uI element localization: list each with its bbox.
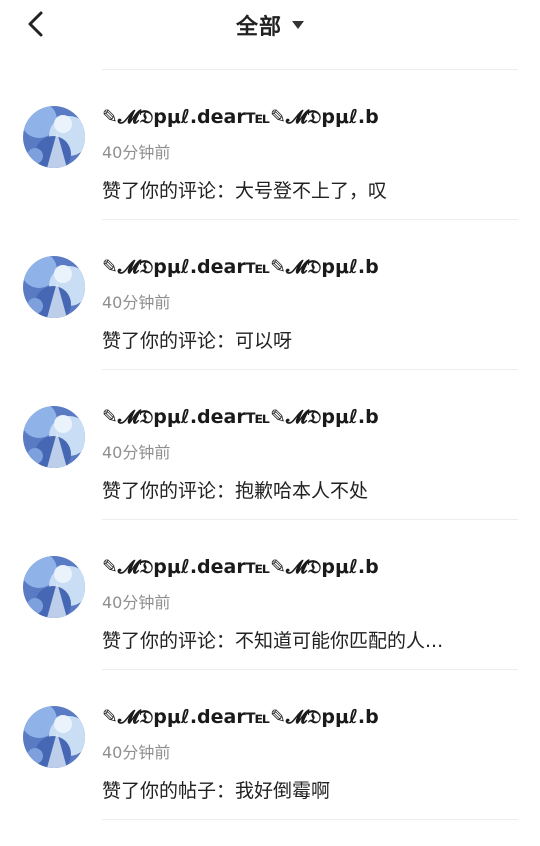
list-item[interactable]: ✎𝓜𝔇pμℓ.dear℡✎𝓜𝔇pμℓ.b 40分钟前 赞了你的评论：可以呀 — [0, 220, 540, 370]
notification-list: ✎𝓜𝔇pμℓ.dear℡✎𝓜𝔇pμℓ.b 40分钟前 赞了你的评论：大号登不上了… — [0, 70, 540, 820]
avatar[interactable] — [23, 106, 85, 168]
filter-dropdown[interactable]: 全部 — [0, 8, 540, 42]
page-title: 全部 — [235, 15, 282, 40]
list-item[interactable]: ✎𝓜𝔇pμℓ.dear℡✎𝓜𝔇pμℓ.b 40分钟前 赞了你的评论：抱歉哈本人不… — [0, 370, 540, 520]
avatar[interactable] — [23, 556, 85, 618]
divider — [102, 819, 518, 820]
notification-message[interactable]: 赞了你的评论：抱歉哈本人不处 — [102, 476, 368, 503]
username[interactable]: ✎𝓜𝔇pμℓ.dear℡✎𝓜𝔇pμℓ.b — [102, 706, 379, 728]
notification-message[interactable]: 赞了你的评论：不知道可能你匹配的人... — [102, 626, 443, 653]
timestamp: 40分钟前 — [102, 593, 171, 612]
timestamp: 40分钟前 — [102, 443, 171, 462]
timestamp: 40分钟前 — [102, 743, 171, 762]
username[interactable]: ✎𝓜𝔇pμℓ.dear℡✎𝓜𝔇pμℓ.b — [102, 256, 379, 278]
list-item[interactable]: ✎𝓜𝔇pμℓ.dear℡✎𝓜𝔇pμℓ.b 40分钟前 赞了你的帖子：我好倒霉啊 — [0, 670, 540, 820]
list-item[interactable]: ✎𝓜𝔇pμℓ.dear℡✎𝓜𝔇pμℓ.b 40分钟前 赞了你的评论：不知道可能你… — [0, 520, 540, 670]
timestamp: 40分钟前 — [102, 143, 171, 162]
username[interactable]: ✎𝓜𝔇pμℓ.dear℡✎𝓜𝔇pμℓ.b — [102, 406, 379, 428]
timestamp: 40分钟前 — [102, 293, 171, 312]
caret-down-icon — [292, 21, 304, 29]
username[interactable]: ✎𝓜𝔇pμℓ.dear℡✎𝓜𝔇pμℓ.b — [102, 556, 379, 578]
top-bar: 全部 — [0, 0, 540, 50]
username[interactable]: ✎𝓜𝔇pμℓ.dear℡✎𝓜𝔇pμℓ.b — [102, 106, 379, 128]
avatar[interactable] — [23, 706, 85, 768]
notification-message[interactable]: 赞了你的评论：大号登不上了，叹 — [102, 176, 387, 203]
list-item[interactable]: ✎𝓜𝔇pμℓ.dear℡✎𝓜𝔇pμℓ.b 40分钟前 赞了你的评论：大号登不上了… — [0, 70, 540, 220]
avatar[interactable] — [23, 406, 85, 468]
notification-message[interactable]: 赞了你的评论：可以呀 — [102, 326, 292, 353]
avatar[interactable] — [23, 256, 85, 318]
notification-message[interactable]: 赞了你的帖子：我好倒霉啊 — [102, 776, 330, 803]
